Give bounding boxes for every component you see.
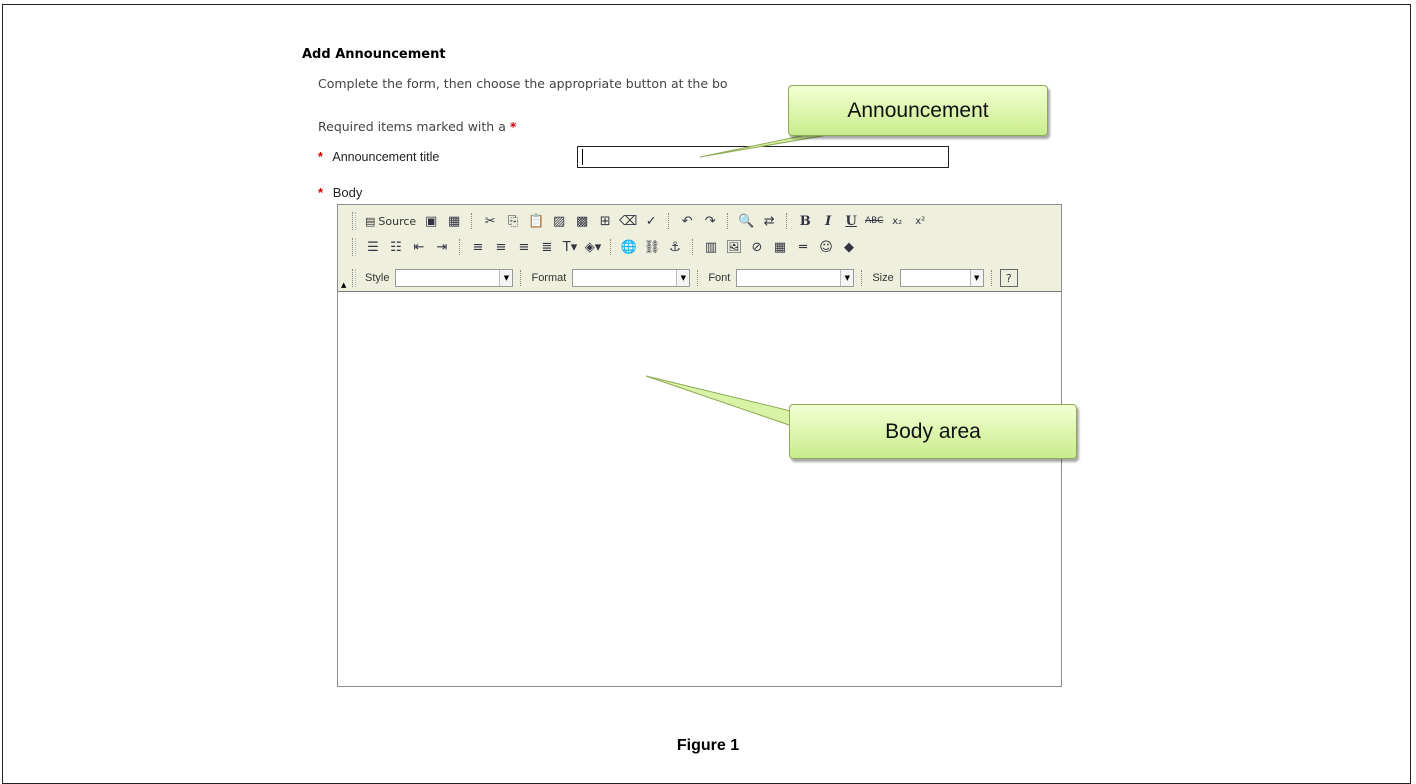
body-area-callout: Body area — [789, 404, 1077, 459]
body-callout-pointer — [645, 375, 796, 428]
figure-caption: Figure 1 — [676, 737, 740, 754]
announcement-callout: Announcement — [788, 85, 1048, 136]
callout-pointers — [645, 131, 846, 428]
